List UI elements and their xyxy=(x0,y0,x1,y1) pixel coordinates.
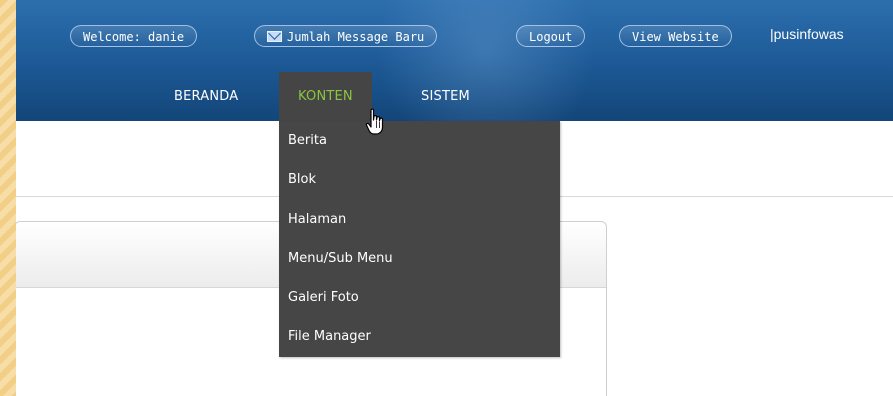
menu-item-blok[interactable]: Blok xyxy=(279,160,560,199)
menu-item-menu-sub-menu[interactable]: Menu/Sub Menu xyxy=(279,239,560,278)
nav-item-sistem[interactable]: SISTEM xyxy=(421,72,470,121)
username-label: |pusinfowas xyxy=(770,26,844,42)
messages-button[interactable]: Jumlah Message Baru xyxy=(254,25,438,47)
top-bar: Welcome: danie Jumlah Message Baru Logou… xyxy=(16,25,893,49)
menu-item-file-manager[interactable]: File Manager xyxy=(279,317,560,356)
welcome-button[interactable]: Welcome: danie xyxy=(70,25,198,47)
logout-button[interactable]: Logout xyxy=(516,25,586,47)
nav-item-konten[interactable]: KONTEN xyxy=(279,72,372,121)
konten-dropdown-menu: Berita Blok Halaman Menu/Sub Menu Galeri… xyxy=(279,121,560,357)
menu-item-halaman[interactable]: Halaman xyxy=(279,200,560,239)
header: Welcome: danie Jumlah Message Baru Logou… xyxy=(16,0,893,121)
envelope-icon xyxy=(267,31,282,42)
menu-item-berita[interactable]: Berita xyxy=(279,121,560,160)
app-frame: Welcome: danie Jumlah Message Baru Logou… xyxy=(16,0,893,396)
decorative-left-border xyxy=(0,0,16,396)
view-website-button[interactable]: View Website xyxy=(619,25,732,47)
main-nav: BERANDA KONTEN SISTEM xyxy=(16,72,893,121)
hand-pointer-icon xyxy=(365,108,384,135)
menu-item-galeri-foto[interactable]: Galeri Foto xyxy=(279,278,560,317)
nav-item-beranda[interactable]: BERANDA xyxy=(174,72,238,121)
messages-label: Jumlah Message Baru xyxy=(287,30,425,44)
